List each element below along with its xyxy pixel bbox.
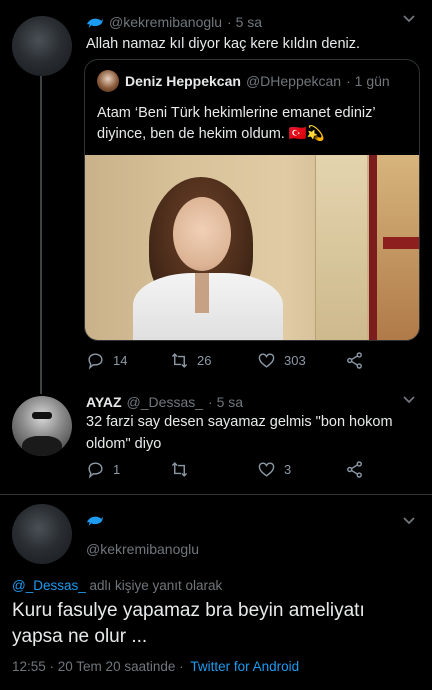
reply-button[interactable]: 1: [86, 460, 120, 479]
tweet-header: @kekremibanoglu · 5 sa: [86, 14, 262, 30]
quote-avatar: [97, 70, 119, 92]
timestamp: · 5 sa: [208, 394, 244, 410]
avatar[interactable]: [12, 396, 72, 456]
tweet-datetime: 12:55 · 20 Tem 20 saatinde ·: [12, 659, 184, 674]
reply-count: 1: [113, 462, 121, 477]
tweet-text: Allah namaz kıl diyor kaç kere kıldın de…: [86, 36, 361, 52]
author-name[interactable]: AYAZ: [86, 394, 122, 410]
main-tweet-text: Kuru fasulye yapamaz bra beyin ameliyatı…: [12, 600, 365, 647]
chevron-down-icon[interactable]: [402, 393, 416, 408]
reply-to-suffix: adlı kişiye yanıt olarak: [85, 578, 223, 593]
retweet-button[interactable]: 26: [170, 351, 211, 370]
main-dolphin: [86, 514, 104, 532]
retweet-icon: [171, 353, 188, 368]
reply-icon: [88, 353, 103, 370]
quote-timestamp: · 1 gün: [346, 73, 390, 89]
chevron-down-icon[interactable]: [402, 514, 416, 529]
share-button[interactable]: [345, 460, 372, 479]
handle[interactable]: @kekremibanoglu: [86, 541, 199, 557]
handle[interactable]: @kekremibanoglu: [109, 14, 222, 30]
retweet-count: 26: [197, 353, 212, 368]
tweet-meta: 12:55 · 20 Tem 20 saatinde · Twitter for…: [12, 659, 299, 674]
chevron-down-icon[interactable]: [402, 12, 416, 27]
thread-line: [40, 76, 42, 394]
divider: [0, 494, 432, 495]
quote-text: Atam ‘Beni Türk hekimlerine emanet edini…: [97, 105, 376, 142]
share-icon: [347, 352, 362, 369]
reply-icon: [88, 462, 103, 479]
handle[interactable]: @_Dessas_: [127, 394, 203, 410]
share-icon: [347, 461, 362, 478]
quote-handle: @DHeppekcan: [245, 73, 342, 89]
client-link[interactable]: Twitter for Android: [190, 659, 299, 674]
like-count: 3: [284, 462, 292, 477]
tweet-header: AYAZ @_Dessas_ · 5 sa: [86, 394, 243, 410]
tweet-text: 32 farzi say desen sayamaz gelmis "bon h…: [86, 414, 393, 452]
like-count: 303: [284, 353, 306, 368]
quoted-tweet[interactable]: Deniz Heppekcan @DHeppekcan · 1 gün Atam…: [84, 59, 420, 341]
reply-count: 14: [113, 353, 128, 368]
dolphin-icon: [86, 18, 104, 28]
reply-context: @_Dessas_ adlı kişiye yanıt olarak: [12, 578, 222, 593]
like-button[interactable]: 303: [257, 351, 306, 370]
like-button[interactable]: 3: [257, 460, 291, 479]
avatar[interactable]: [12, 16, 72, 76]
quote-photo[interactable]: [85, 155, 419, 340]
retweet-button[interactable]: [170, 460, 197, 479]
heart-icon: [258, 462, 275, 477]
quote-name: Deniz Heppekcan: [125, 73, 241, 89]
avatar[interactable]: [12, 504, 72, 564]
retweet-icon: [171, 462, 188, 477]
quote-header: Deniz Heppekcan @DHeppekcan · 1 gün: [97, 70, 390, 92]
reply-button[interactable]: 14: [86, 351, 127, 370]
timestamp: · 5 sa: [227, 14, 263, 30]
share-button[interactable]: [345, 351, 372, 370]
dolphin-icon: [86, 516, 104, 526]
heart-icon: [258, 353, 275, 368]
reply-to-link[interactable]: @_Dessas_: [12, 578, 86, 593]
